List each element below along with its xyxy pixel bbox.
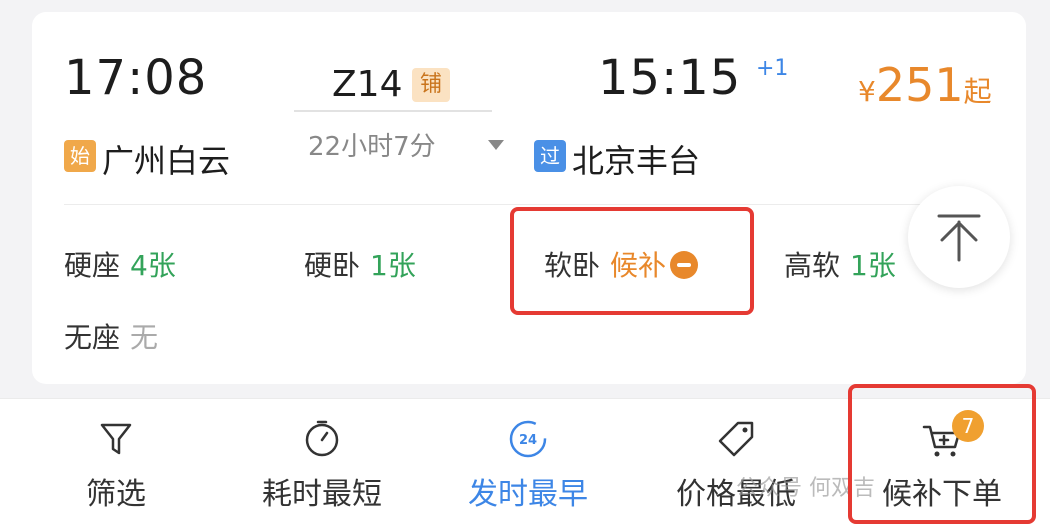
route-line [294,110,492,112]
seat-name: 无座 [64,321,121,354]
clock-24-icon: 24 [509,420,547,458]
duration[interactable]: 22小时7分 [308,126,436,163]
sort-shortest-label: 耗时最短 [262,477,382,512]
sort-earliest-button[interactable]: 24 发时最早 [428,399,628,529]
seat-name: 硬卧 [304,249,361,282]
seat-hard-sleeper[interactable]: 硬卧 1张 [304,244,416,284]
chevron-down-icon[interactable] [488,140,504,150]
sort-shortest-button[interactable]: 耗时最短 [222,399,422,529]
start-station-tag: 始 [64,140,96,172]
seat-standing[interactable]: 无座无 [64,316,158,356]
seat-name: 高软 [784,249,841,282]
timer-icon [305,420,339,457]
arrival-time: 15:15 [598,50,742,106]
arrow-up-icon [937,214,981,262]
seat-count: 1张 [850,249,896,282]
seat-deluxe-soft[interactable]: 高软 1张 [784,244,896,284]
svg-text:24: 24 [519,433,537,448]
price: ¥251起 [858,58,992,112]
filter-icon [100,423,132,455]
divider [64,204,964,205]
departure-time: 17:08 [64,50,208,106]
seat-count: 1张 [370,249,416,282]
seat-count: 4张 [130,249,176,282]
price-value: 251 [875,58,964,112]
seat-name: 硬座 [64,249,121,282]
seat-hard-seat[interactable]: 硬座 4张 [64,244,176,284]
filter-label: 筛选 [86,477,146,512]
price-suffix: 起 [963,75,992,108]
departure-station: 广州白云 [102,142,231,180]
back-to-top-button[interactable] [908,186,1010,288]
price-symbol: ¥ [858,75,876,108]
arrival-station: 北京丰台 [572,142,701,180]
berth-tag: 铺 [412,68,450,102]
highlight-soft-sleeper [510,207,754,315]
seat-count: 无 [130,321,159,354]
highlight-waitlist-order [848,384,1036,524]
filter-button[interactable]: 筛选 [16,399,216,529]
train-number: Z14 [332,64,403,105]
sort-cheapest-button[interactable]: 价格最低 [636,399,836,529]
train-card[interactable]: 17:08 Z14 铺 22小时7分 15:15 +1 始 广州白云 过 北京丰… [32,12,1026,384]
pass-station-tag: 过 [534,140,566,172]
sort-earliest-label: 发时最早 [468,477,588,512]
day-offset: +1 [756,56,789,81]
price-tag-icon [718,421,754,457]
